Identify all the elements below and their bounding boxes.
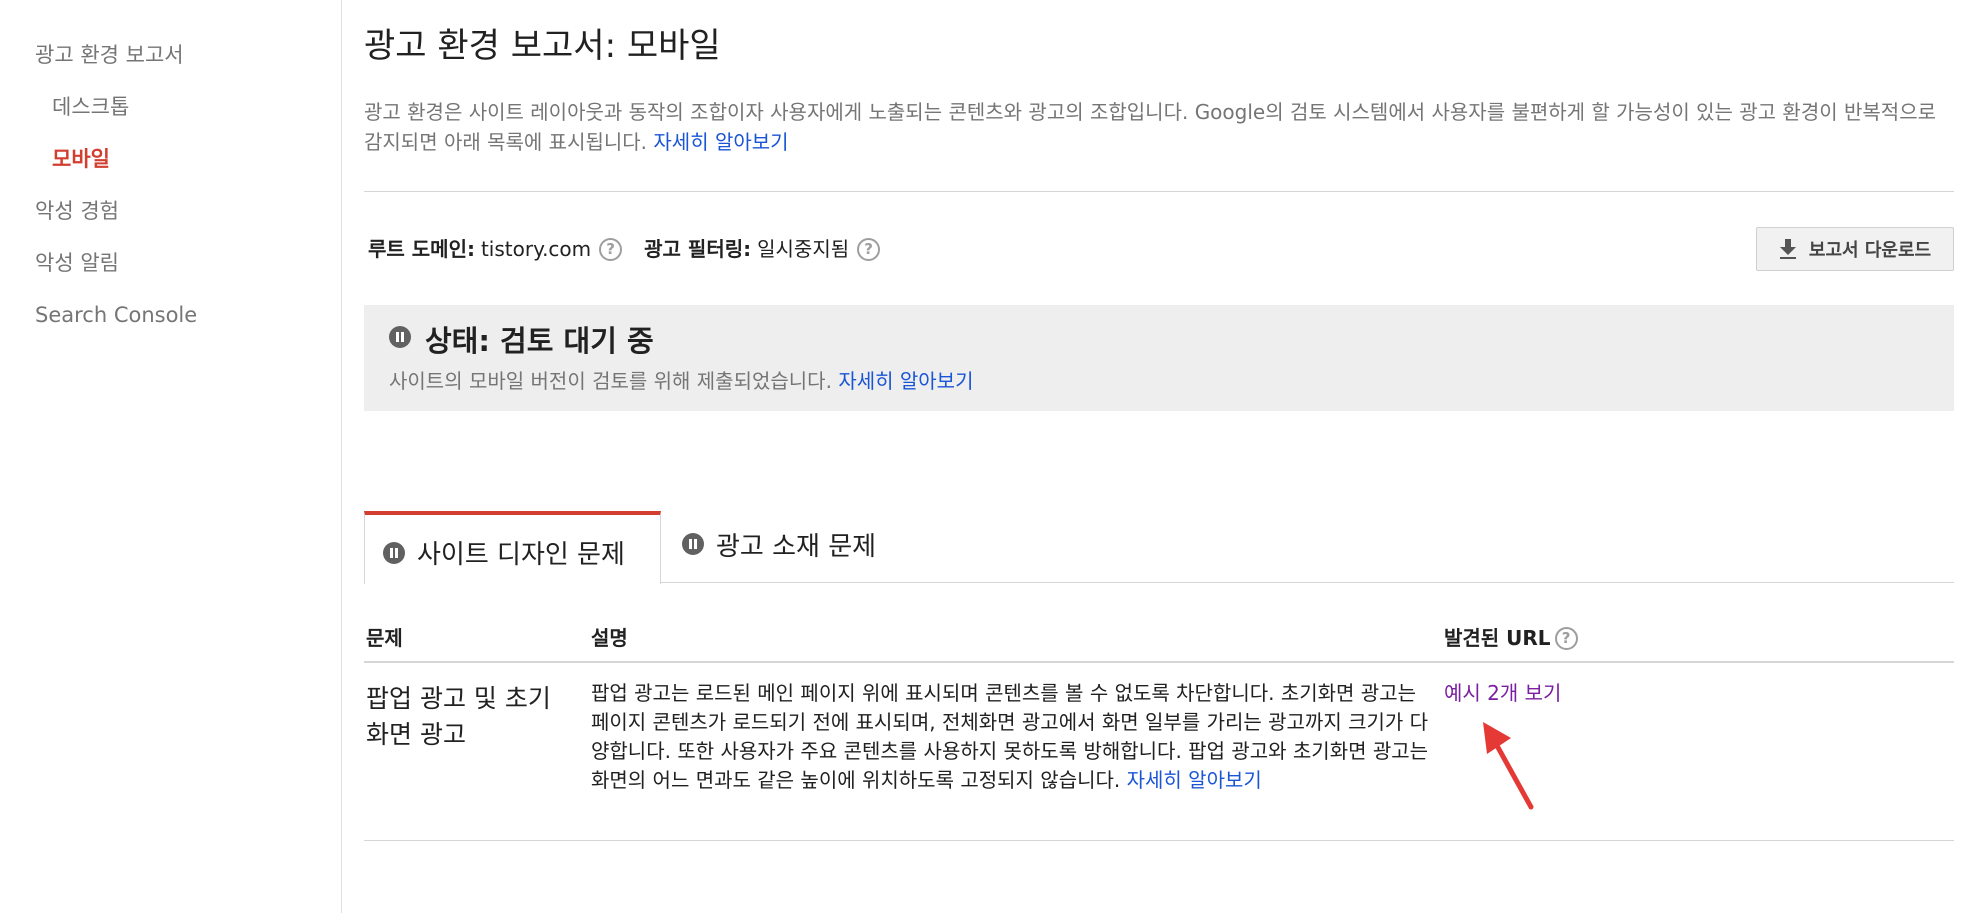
main-content: 광고 환경 보고서: 모바일 광고 환경은 사이트 레이아웃과 동작의 조합이자… [364,0,1954,913]
tab-label: 사이트 디자인 문제 [417,540,625,570]
download-report-button[interactable]: 보고서 다운로드 [1756,227,1954,271]
sidebar-item-search-console[interactable]: Search Console [0,298,341,350]
ad-filtering-value: 일시중지됨 [757,237,850,261]
sidebar-item-desktop[interactable]: 데스크톱 [0,90,341,142]
sidebar-item-abusive-experiences[interactable]: 악성 경험 [0,194,341,246]
issue-description: 팝업 광고는 로드된 메인 페이지 위에 표시되며 콘텐츠를 볼 수 없도록 차… [591,679,1436,795]
status-description: 사이트의 모바일 버전이 검토를 위해 제출되었습니다. 자세히 알아보기 [389,366,973,396]
status-panel: 상태: 검토 대기 중 사이트의 모바일 버전이 검토를 위해 제출되었습니다.… [364,305,1954,411]
tab-site-design-issues[interactable]: 사이트 디자인 문제 [364,511,661,584]
root-domain-label: 루트 도메인: [368,237,475,261]
status-title: 상태: 검토 대기 중 [389,322,654,360]
root-domain-help-icon[interactable]: ? [599,237,623,261]
column-header-description: 설명 [591,626,628,650]
sidebar: 광고 환경 보고서 데스크톱 모바일 악성 경험 악성 알림 Search Co… [0,0,342,913]
issue-description-text: 팝업 광고는 로드된 메인 페이지 위에 표시되며 콘텐츠를 볼 수 없도록 차… [591,681,1429,792]
site-meta-row: 루트 도메인: tistory.com ? 광고 필터링: 일시중지됨 ? [368,234,881,264]
column-header-urls: 발견된 URL ? [1444,624,1578,652]
sidebar-item-abusive-notifications[interactable]: 악성 알림 [0,246,341,298]
ad-filtering-label: 광고 필터링: [644,237,752,261]
issue-learn-more-link[interactable]: 자세히 알아보기 [1127,768,1262,792]
pause-icon [383,541,405,564]
intro-learn-more-link[interactable]: 자세히 알아보기 [653,130,788,154]
pause-icon [389,326,411,348]
sidebar-item-mobile[interactable]: 모바일 [0,142,341,194]
tab-label: 광고 소재 문제 [716,531,877,562]
issue-tabs: 사이트 디자인 문제 광고 소재 문제 [364,511,1954,584]
sidebar-item-ad-experience-report[interactable]: 광고 환경 보고서 [0,38,341,90]
ad-filtering-help-icon[interactable]: ? [857,237,881,261]
root-domain-value: tistory.com [480,237,592,261]
intro-text: 광고 환경은 사이트 레이아웃과 동작의 조합이자 사용자에게 노출되는 콘텐츠… [364,97,1954,157]
page-title: 광고 환경 보고서: 모바일 [364,26,721,66]
status-title-text: 상태: 검토 대기 중 [425,324,654,358]
status-description-text: 사이트의 모바일 버전이 검토를 위해 제출되었습니다. [389,369,832,393]
issue-name: 팝업 광고 및 초기화면 광고 [366,684,551,749]
table-header-divider [364,661,1954,663]
download-icon [1779,239,1796,259]
intro-description: 광고 환경은 사이트 레이아웃과 동작의 조합이자 사용자에게 노출되는 콘텐츠… [364,100,1936,154]
tab-creative-issues[interactable]: 광고 소재 문제 [664,511,894,577]
annotation-arrow-icon [1483,722,1534,810]
intro-divider [364,191,1954,192]
status-learn-more-link[interactable]: 자세히 알아보기 [838,369,973,393]
table-row-divider [364,840,1954,841]
column-header-urls-text: 발견된 URL [1444,626,1551,650]
issue-urls-cell: 예시 2개 보기 [1444,679,1561,708]
column-header-issue: 문제 [366,626,403,650]
download-report-label: 보고서 다운로드 [1808,240,1932,261]
pause-icon [682,533,704,555]
view-examples-link[interactable]: 예시 2개 보기 [1444,681,1561,705]
urls-help-icon[interactable]: ? [1554,626,1578,650]
